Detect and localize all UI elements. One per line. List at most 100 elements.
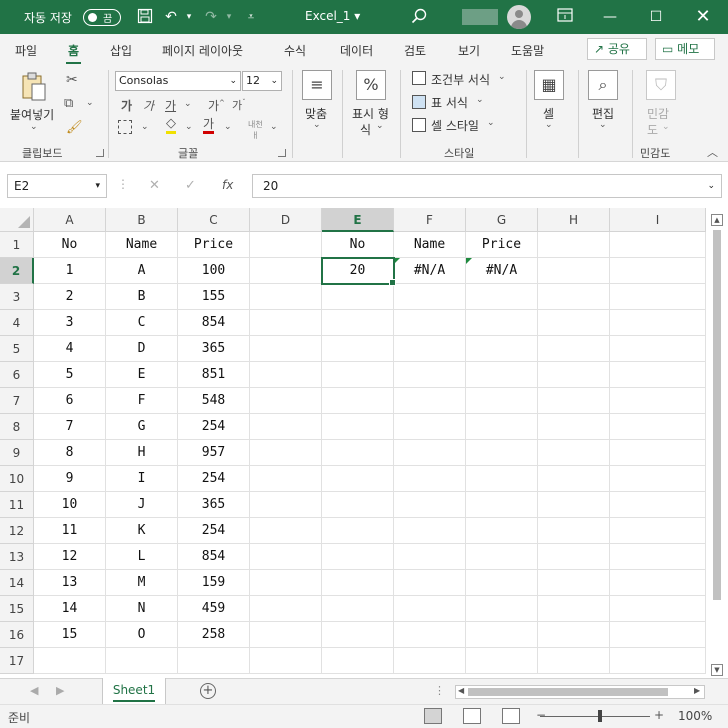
cell-h2[interactable]	[538, 258, 610, 284]
cell-d2[interactable]	[250, 258, 322, 284]
cell-e14[interactable]	[322, 570, 394, 596]
cell-e3[interactable]	[322, 284, 394, 310]
row-header-4[interactable]: 4	[0, 310, 34, 336]
cell-c16[interactable]: 258	[178, 622, 250, 648]
collapse-ribbon-icon[interactable]: ︿	[707, 144, 718, 160]
cell-f6[interactable]	[394, 362, 466, 388]
cell-g11[interactable]	[466, 492, 538, 518]
cell-e9[interactable]	[322, 440, 394, 466]
worksheet-grid[interactable]: ABCDEFGHI 1 2 3 4 5 6 7 8 9 10 11 12 13 14 15 16 17 No Na…	[0, 208, 728, 678]
cell-a11[interactable]: 10	[34, 492, 106, 518]
clipboard-launcher-icon[interactable]	[96, 149, 104, 157]
cell-i9[interactable]	[610, 440, 706, 466]
fill-color-icon[interactable]: ◇	[166, 117, 176, 134]
row-header-1[interactable]: 1	[0, 232, 34, 258]
border-dropdown-icon[interactable]: ⌄	[141, 122, 149, 132]
cell-h1[interactable]	[538, 232, 610, 258]
vertical-scrollbar[interactable]: ▲ ▼	[706, 208, 728, 678]
cell-c3[interactable]: 155	[178, 284, 250, 310]
chevron-down-icon[interactable]: ⌄	[487, 118, 495, 128]
cell-f17[interactable]	[394, 648, 466, 674]
font-name-select[interactable]: Consolas ⌄	[115, 71, 241, 91]
cell-h9[interactable]	[538, 440, 610, 466]
cell-b7[interactable]: F	[106, 388, 178, 414]
phonetic-dropdown-icon[interactable]: ⌄	[270, 122, 278, 132]
cell-i2[interactable]	[610, 258, 706, 284]
page-layout-view-icon[interactable]	[463, 708, 481, 724]
table-format-button[interactable]: 표 서식	[431, 94, 468, 111]
cell-f12[interactable]	[394, 518, 466, 544]
border-icon[interactable]	[118, 120, 132, 134]
cell-d4[interactable]	[250, 310, 322, 336]
normal-view-icon[interactable]	[424, 708, 442, 724]
cell-f13[interactable]	[394, 544, 466, 570]
cell-b13[interactable]: L	[106, 544, 178, 570]
more-icon[interactable]: ⋮	[434, 684, 445, 697]
cell-i7[interactable]	[610, 388, 706, 414]
cell-c8[interactable]: 254	[178, 414, 250, 440]
cell-a3[interactable]: 2	[34, 284, 106, 310]
cell-b1[interactable]: Name	[106, 232, 178, 258]
search-icon[interactable]	[410, 8, 428, 26]
cell-b10[interactable]: I	[106, 466, 178, 492]
cell-e16[interactable]	[322, 622, 394, 648]
cell-i16[interactable]	[610, 622, 706, 648]
undo-icon[interactable]: ↶	[162, 8, 180, 26]
horizontal-scrollbar[interactable]: ◀ ▶	[455, 685, 705, 699]
tab-review[interactable]: 검토	[404, 42, 426, 59]
cell-f1[interactable]: Name	[394, 232, 466, 258]
cell-c1[interactable]: Price	[178, 232, 250, 258]
column-header-c[interactable]: C	[178, 208, 250, 232]
cell-g13[interactable]	[466, 544, 538, 570]
decrease-font-icon[interactable]: 가ˇ	[232, 97, 246, 113]
cell-a17[interactable]	[34, 648, 106, 674]
tab-home[interactable]: 홈	[65, 42, 82, 65]
row-header-3[interactable]: 3	[0, 284, 34, 310]
cell-a4[interactable]: 3	[34, 310, 106, 336]
cells-dropdown-icon[interactable]: ⌄	[545, 120, 553, 130]
autosave-toggle[interactable]: 끔	[83, 9, 121, 26]
save-icon[interactable]	[136, 8, 154, 26]
font-color-icon[interactable]: 가	[203, 117, 215, 134]
cell-d9[interactable]	[250, 440, 322, 466]
zoom-slider[interactable]	[540, 716, 650, 717]
cell-e2[interactable]: 20	[321, 257, 396, 286]
cell-e7[interactable]	[322, 388, 394, 414]
sheet-tab[interactable]: Sheet1	[102, 678, 166, 704]
cell-h8[interactable]	[538, 414, 610, 440]
cell-e1[interactable]: No	[322, 232, 394, 258]
chevron-down-icon[interactable]: ⌄	[498, 72, 506, 82]
row-header-7[interactable]: 7	[0, 388, 34, 414]
italic-icon[interactable]: 가	[143, 97, 154, 114]
cell-e12[interactable]	[322, 518, 394, 544]
cell-h13[interactable]	[538, 544, 610, 570]
cell-f2[interactable]: #N/A	[394, 258, 466, 284]
cell-b15[interactable]: N	[106, 596, 178, 622]
cell-b14[interactable]: M	[106, 570, 178, 596]
cell-a6[interactable]: 5	[34, 362, 106, 388]
cell-f9[interactable]	[394, 440, 466, 466]
cell-h5[interactable]	[538, 336, 610, 362]
cell-e17[interactable]	[322, 648, 394, 674]
cell-c9[interactable]: 957	[178, 440, 250, 466]
cell-a2[interactable]: 1	[34, 258, 106, 284]
document-title[interactable]: Excel_1 ▾	[305, 9, 360, 23]
cell-g3[interactable]	[466, 284, 538, 310]
cell-g2[interactable]: #N/A	[466, 258, 538, 284]
scroll-left-icon[interactable]: ◀	[458, 686, 464, 695]
phonetic-icon[interactable]: 내천 ㅐ	[248, 119, 263, 141]
paste-dropdown-icon[interactable]: ⌄	[30, 122, 38, 132]
cell-h12[interactable]	[538, 518, 610, 544]
cell-b17[interactable]	[106, 648, 178, 674]
cell-f3[interactable]	[394, 284, 466, 310]
cell-d3[interactable]	[250, 284, 322, 310]
scroll-thumb[interactable]	[468, 688, 668, 696]
font-size-select[interactable]: 12 ⌄	[242, 71, 282, 91]
cell-g5[interactable]	[466, 336, 538, 362]
cell-i14[interactable]	[610, 570, 706, 596]
cell-b5[interactable]: D	[106, 336, 178, 362]
cell-f4[interactable]	[394, 310, 466, 336]
paste-label[interactable]: 붙여넣기	[10, 106, 54, 123]
cell-g4[interactable]	[466, 310, 538, 336]
column-header-a[interactable]: A	[34, 208, 106, 232]
